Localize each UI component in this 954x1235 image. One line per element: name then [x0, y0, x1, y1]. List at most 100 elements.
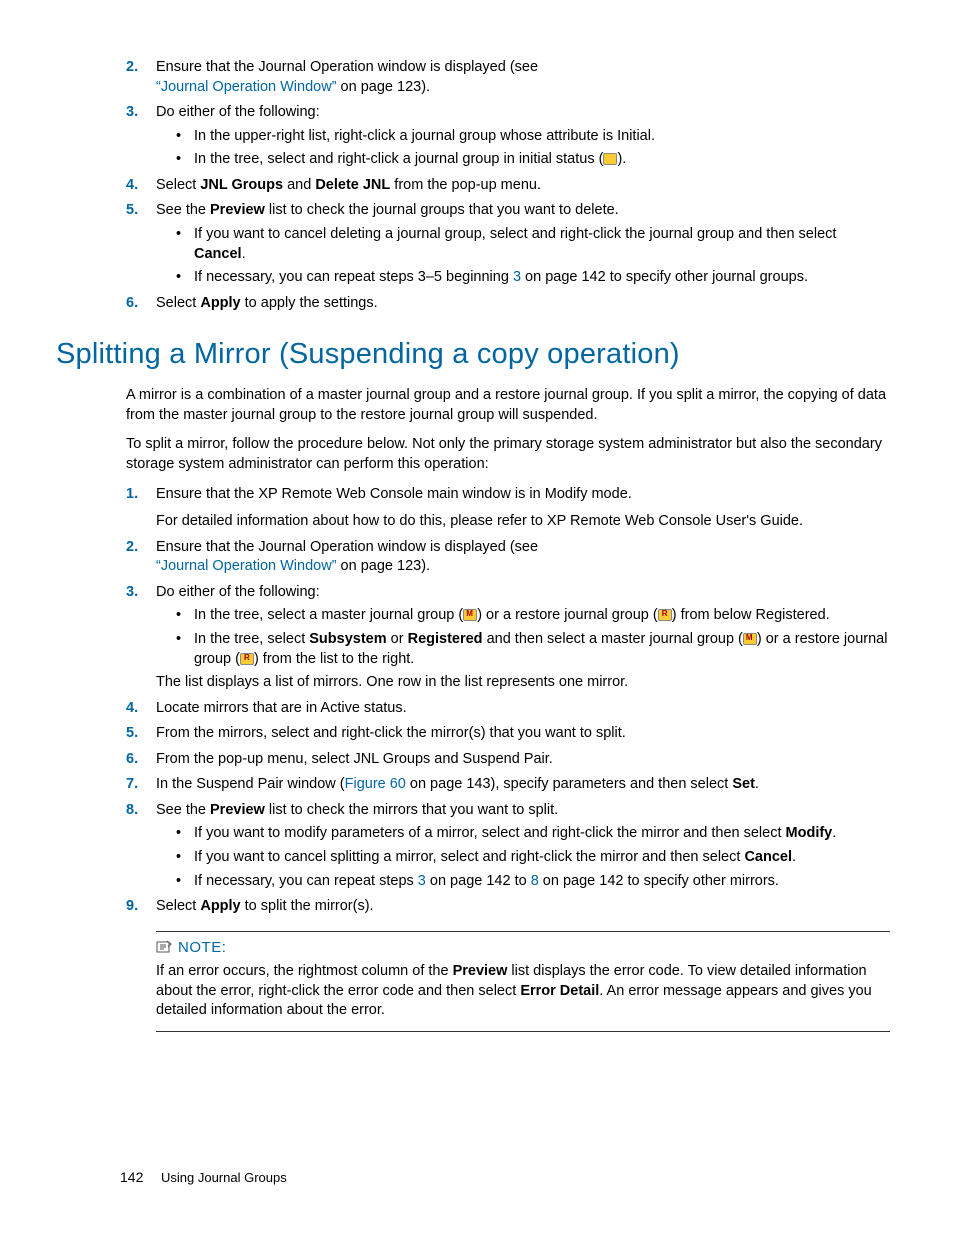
- step-number: 2.: [126, 538, 138, 558]
- step-text: Select: [156, 295, 200, 311]
- step-text: Ensure that the XP Remote Web Console ma…: [156, 486, 632, 502]
- bullet-item: In the tree, select and right-click a jo…: [176, 150, 890, 170]
- bullet-text: If you want to modify parameters of a mi…: [194, 825, 786, 841]
- bold-text: Error Detail: [520, 983, 599, 999]
- bullet-text: ) or a restore journal group (: [477, 607, 658, 623]
- bullet-text-tail: on page 142 to specify other journal gro…: [521, 269, 808, 285]
- bullet-item: If necessary, you can repeat steps 3–5 b…: [176, 268, 890, 288]
- step-text: For detailed information about how to do…: [156, 513, 803, 529]
- note-icon: [156, 940, 172, 954]
- note-block: NOTE: If an error occurs, the rightmost …: [156, 931, 890, 1032]
- step-8-link[interactable]: 8: [531, 873, 539, 889]
- step-text: list to check the journal groups that yo…: [265, 202, 619, 218]
- figure-60-link[interactable]: Figure 60: [345, 776, 406, 792]
- bullet-item: In the tree, select Subsystem or Registe…: [176, 630, 890, 669]
- step-number: 6.: [126, 294, 138, 314]
- step-number: 8.: [126, 801, 138, 821]
- step-3-link[interactable]: 3: [418, 873, 426, 889]
- step-number: 1.: [126, 485, 138, 505]
- bullet-text: and then select a master journal group (: [483, 631, 743, 647]
- bold-text: Preview: [453, 963, 508, 979]
- bold-text: Subsystem: [309, 631, 386, 647]
- bullet-text: If you want to cancel deleting a journal…: [194, 226, 836, 242]
- step-text: Ensure that the Journal Operation window…: [156, 539, 538, 555]
- bullet-text: In the tree, select a master journal gro…: [194, 607, 463, 623]
- step-2: 2. Ensure that the Journal Operation win…: [126, 538, 890, 577]
- bold-text: Modify: [786, 825, 833, 841]
- step-text: on page 143), specify parameters and the…: [406, 776, 732, 792]
- bullet-text-tail: .: [242, 246, 246, 262]
- step-3: 3. Do either of the following: In the up…: [126, 103, 890, 170]
- journal-operation-window-link[interactable]: “Journal Operation Window”: [156, 79, 337, 95]
- note-label: NOTE:: [178, 939, 226, 956]
- step-3-link[interactable]: 3: [513, 269, 521, 285]
- step-5: 5. See the Preview list to check the jou…: [126, 201, 890, 287]
- step-4: 4. Select JNL Groups and Delete JNL from…: [126, 176, 890, 196]
- step-text: Ensure that the Journal Operation window…: [156, 59, 538, 75]
- step-6: 6. Select Apply to apply the settings.: [126, 294, 890, 314]
- step-number: 5.: [126, 201, 138, 221]
- bullet-text: If you want to cancel splitting a mirror…: [194, 849, 744, 865]
- bullet-text-tail: ).: [617, 151, 626, 167]
- bullet-item: If you want to modify parameters of a mi…: [176, 824, 890, 844]
- step-6: 6. From the pop-up menu, select JNL Grou…: [126, 750, 890, 770]
- bullet-text: or: [387, 631, 408, 647]
- note-body: If an error occurs, the rightmost column…: [156, 962, 890, 1021]
- step-text: from the pop-up menu.: [390, 177, 541, 193]
- step-text: See the: [156, 202, 210, 218]
- section-heading: Splitting a Mirror (Suspending a copy op…: [56, 335, 890, 374]
- bold-text: Cancel: [744, 849, 792, 865]
- step-4: 4. Locate mirrors that are in Active sta…: [126, 699, 890, 719]
- step-8: 8. See the Preview list to check the mir…: [126, 801, 890, 891]
- restore-journal-icon: [658, 609, 672, 621]
- step-text: From the mirrors, select and right-click…: [156, 725, 626, 741]
- bold-text: Registered: [408, 631, 483, 647]
- bullet-text: In the upper-right list, right-click a j…: [194, 128, 655, 144]
- step-text: From the pop-up menu, select JNL Groups …: [156, 751, 553, 767]
- bullet-text: If necessary, you can repeat steps: [194, 873, 418, 889]
- bold-text: Delete JNL: [315, 177, 390, 193]
- step-text: to apply the settings.: [241, 295, 378, 311]
- step-text: .: [755, 776, 759, 792]
- step-1: 1. Ensure that the XP Remote Web Console…: [126, 485, 890, 532]
- step-number: 9.: [126, 897, 138, 917]
- bullet-list: In the upper-right list, right-click a j…: [176, 127, 890, 170]
- journal-operation-window-link[interactable]: “Journal Operation Window”: [156, 558, 337, 574]
- top-step-list: 2. Ensure that the Journal Operation win…: [126, 58, 890, 313]
- bold-text: JNL Groups: [200, 177, 283, 193]
- note-text: If an error occurs, the rightmost column…: [156, 963, 453, 979]
- step-number: 7.: [126, 775, 138, 795]
- footer-title: Using Journal Groups: [161, 1170, 287, 1185]
- bullet-text-tail: .: [832, 825, 836, 841]
- bullet-list: If you want to modify parameters of a mi…: [176, 824, 890, 891]
- step-text-tail: on page 123).: [337, 558, 431, 574]
- step-text: list to check the mirrors that you want …: [265, 802, 558, 818]
- step-number: 4.: [126, 699, 138, 719]
- step-number: 3.: [126, 583, 138, 603]
- bullet-item: If you want to cancel deleting a journal…: [176, 225, 890, 264]
- bold-text: Apply: [200, 295, 240, 311]
- step-7: 7. In the Suspend Pair window (Figure 60…: [126, 775, 890, 795]
- master-journal-icon: [463, 609, 477, 621]
- master-journal-icon: [743, 633, 757, 645]
- step-number: 2.: [126, 58, 138, 78]
- bullet-text-tail: on page 142 to specify other mirrors.: [539, 873, 779, 889]
- bold-text: Apply: [200, 898, 240, 914]
- bullet-text-tail: .: [792, 849, 796, 865]
- step-text: Locate mirrors that are in Active status…: [156, 700, 407, 716]
- step-3: 3. Do either of the following: In the tr…: [126, 583, 890, 693]
- step-tail-text: The list displays a list of mirrors. One…: [156, 674, 628, 690]
- step-number: 3.: [126, 103, 138, 123]
- step-text: Do either of the following:: [156, 584, 320, 600]
- bullet-text: In the tree, select: [194, 631, 309, 647]
- step-number: 5.: [126, 724, 138, 744]
- bullet-item: In the upper-right list, right-click a j…: [176, 127, 890, 147]
- step-number: 4.: [126, 176, 138, 196]
- step-text: to split the mirror(s).: [241, 898, 374, 914]
- intro-paragraph-2: To split a mirror, follow the procedure …: [126, 435, 890, 474]
- intro-paragraph-1: A mirror is a combination of a master jo…: [126, 386, 890, 425]
- bold-text: Preview: [210, 202, 265, 218]
- bold-text: Set: [732, 776, 755, 792]
- step-text: Select: [156, 898, 200, 914]
- bullet-list: If you want to cancel deleting a journal…: [176, 225, 890, 288]
